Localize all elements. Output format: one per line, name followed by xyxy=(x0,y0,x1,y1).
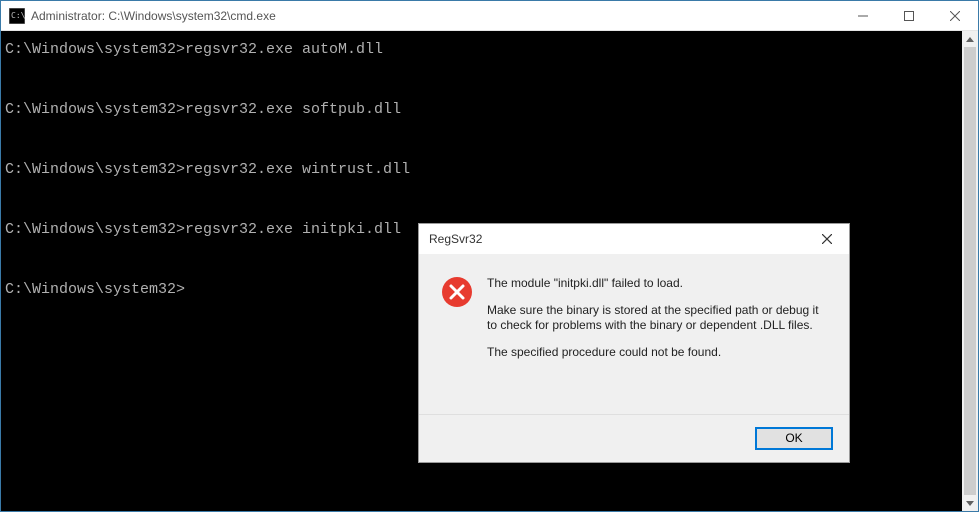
scroll-track[interactable] xyxy=(962,47,978,495)
dialog-footer: OK xyxy=(419,414,849,462)
dialog-message: The module "initpki.dll" failed to load.… xyxy=(487,276,829,404)
dialog-titlebar[interactable]: RegSvr32 xyxy=(419,224,849,254)
scroll-down-button[interactable] xyxy=(962,495,978,511)
dialog-line3: The specified procedure could not be fou… xyxy=(487,345,829,360)
dialog-close-button[interactable] xyxy=(804,225,849,254)
cmd-icon: C:\ xyxy=(9,8,25,24)
vertical-scrollbar[interactable] xyxy=(962,31,978,511)
error-icon xyxy=(441,276,473,404)
minimize-button[interactable] xyxy=(840,1,886,30)
dialog-line2: Make sure the binary is stored at the sp… xyxy=(487,303,829,333)
dialog-title: RegSvr32 xyxy=(429,232,804,246)
svg-text:C:\: C:\ xyxy=(11,11,25,20)
window-title: Administrator: C:\Windows\system32\cmd.e… xyxy=(31,9,840,23)
scroll-thumb[interactable] xyxy=(964,47,976,495)
close-button[interactable] xyxy=(932,1,978,30)
scroll-up-button[interactable] xyxy=(962,31,978,47)
window-controls xyxy=(840,1,978,30)
dialog-body: The module "initpki.dll" failed to load.… xyxy=(419,254,849,414)
dialog-line1: The module "initpki.dll" failed to load. xyxy=(487,276,829,291)
ok-button[interactable]: OK xyxy=(755,427,833,450)
regsvr32-dialog: RegSvr32 The module "initpki.dll" failed… xyxy=(418,223,850,463)
window-titlebar[interactable]: C:\ Administrator: C:\Windows\system32\c… xyxy=(1,1,978,31)
maximize-button[interactable] xyxy=(886,1,932,30)
